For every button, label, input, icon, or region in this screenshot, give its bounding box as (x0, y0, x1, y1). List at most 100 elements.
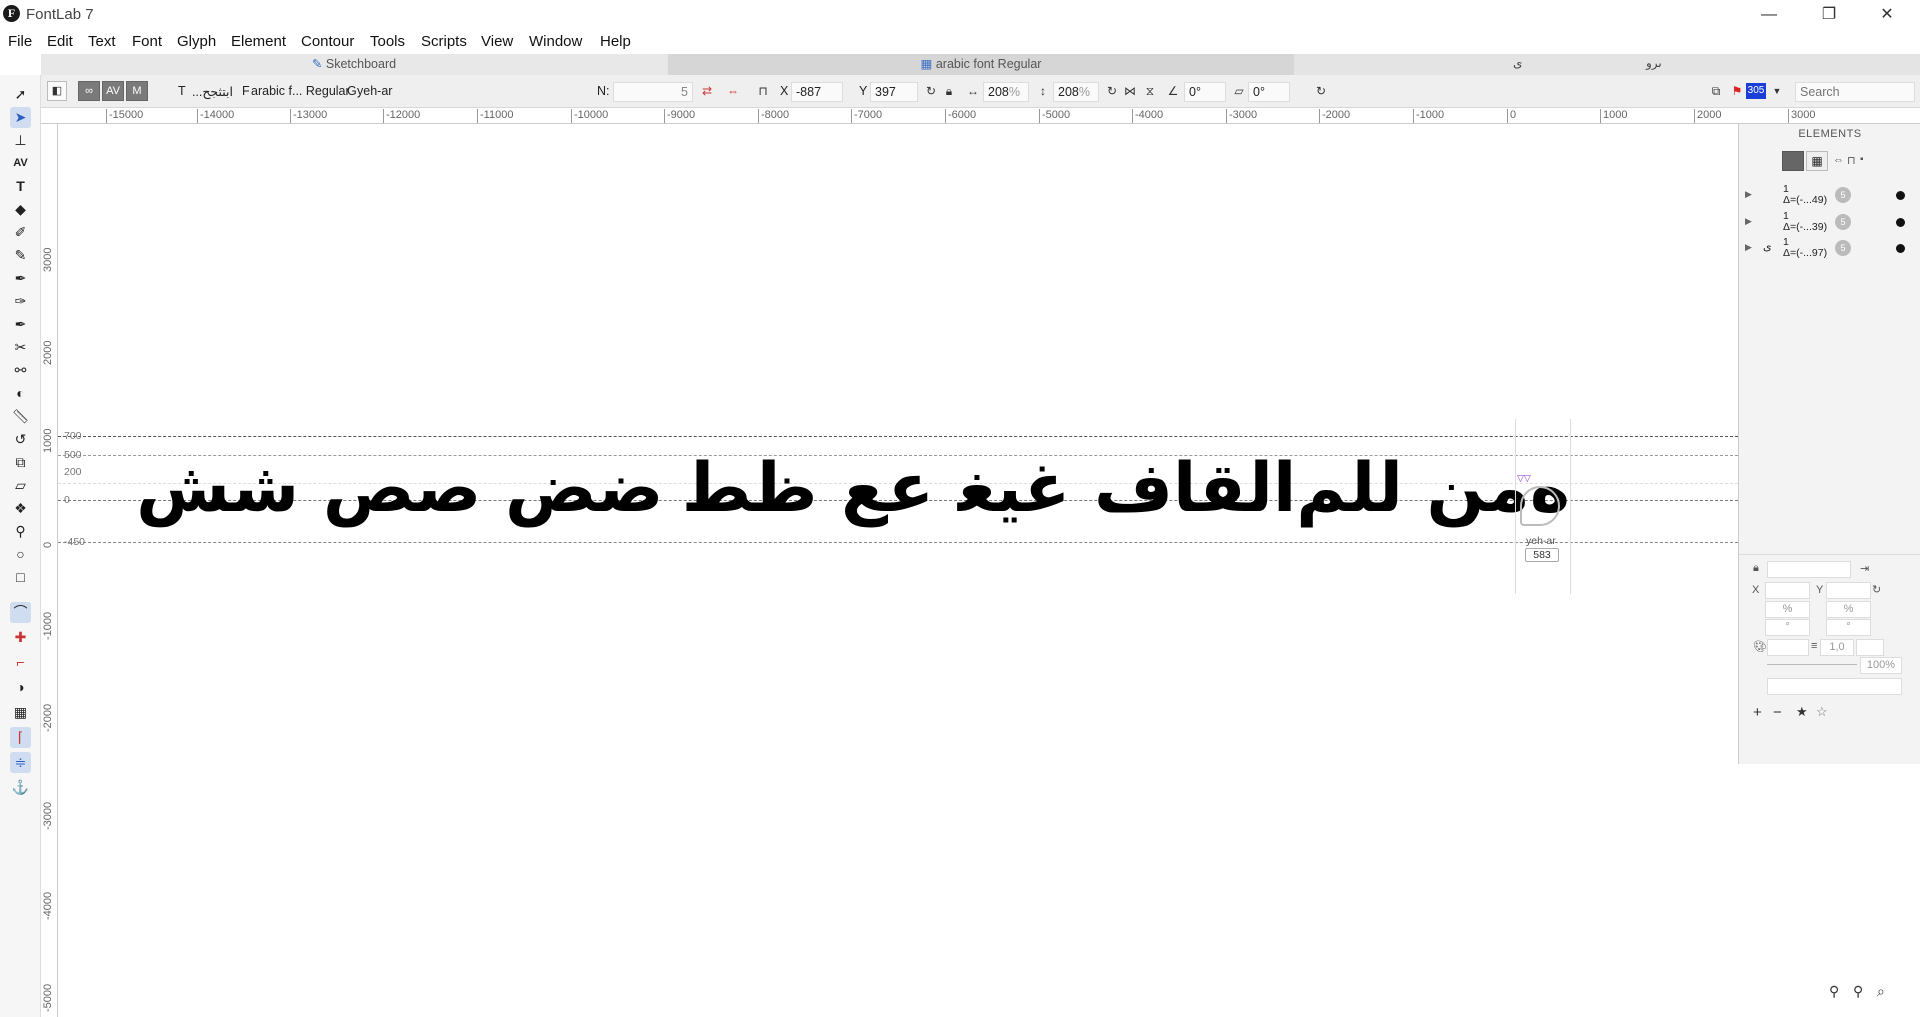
link-icon[interactable]: ⇄ (699, 83, 715, 99)
rapid-tool-icon[interactable]: ✑ (10, 291, 31, 312)
element-width-field[interactable]: % (1765, 601, 1810, 618)
y-coordinate-field[interactable]: 397 (870, 82, 918, 102)
lock-icon[interactable]: 🔒︎ (941, 83, 957, 99)
slant-tool-icon[interactable]: ▱ (10, 475, 31, 496)
slant-angle-field[interactable]: 0° (1248, 82, 1290, 102)
minimize-button[interactable]: — (1740, 0, 1798, 29)
element-rotate-field[interactable]: ° (1765, 619, 1810, 636)
star-empty-icon[interactable]: ☆ (1816, 704, 1828, 720)
text-tool-icon[interactable]: T (10, 176, 31, 197)
search-input[interactable] (1795, 82, 1915, 102)
x-coordinate-field[interactable]: -887 (791, 82, 843, 102)
curve-tool-icon[interactable]: ⌒ (10, 602, 31, 623)
ellipse-tool-icon[interactable]: ○ (10, 544, 31, 565)
kerning-tool-icon[interactable]: AV (10, 153, 31, 174)
visibility-dot-icon[interactable] (1896, 218, 1905, 227)
reset-position-icon[interactable]: ↻ (923, 83, 939, 99)
menu-tools[interactable]: Tools (370, 33, 405, 50)
menu-glyph[interactable]: Glyph (177, 33, 216, 50)
shapes-tool-icon[interactable]: ❖ (10, 498, 31, 519)
align-tool-icon[interactable]: ≑ (10, 752, 31, 773)
paperclip-icon[interactable]: ⊓ (755, 83, 771, 99)
zoom-fit-icon[interactable]: ⌕ (1877, 983, 1885, 1000)
menu-contour[interactable]: Contour (301, 33, 354, 50)
pencil-tool-icon[interactable]: ✎ (10, 245, 31, 266)
eraser-tool-icon[interactable]: ◆ (10, 199, 31, 220)
tab-font[interactable]: ▦ arabic font Regular (668, 54, 1294, 75)
menu-scripts[interactable]: Scripts (421, 33, 467, 50)
font-selector[interactable]: arabic f... Regular (251, 84, 350, 98)
chevron-down-icon[interactable]: ▼ (1769, 83, 1785, 99)
scale-tool-icon[interactable]: ⧉ (10, 452, 31, 473)
glyph-canvas[interactable]: 700 500 200 0 -450 ﻩﻣﻦ ﻟﻠﻢﺍﻟﻘﺎﻑ ﻏﻴﻐ ﻋﻊ ﻇ… (58, 124, 1738, 1017)
element-y-field[interactable] (1826, 582, 1871, 599)
fill-tool-icon[interactable]: ◐ (10, 383, 31, 404)
sidebar-toggle-button[interactable]: ◧ (47, 81, 67, 101)
knife-tool-icon[interactable]: ✂ (10, 337, 31, 358)
grid-view-button[interactable]: ▦ (1806, 151, 1828, 171)
element-name-field[interactable] (1767, 561, 1851, 578)
color-badge[interactable]: 305 (1746, 83, 1766, 99)
flag-icon[interactable]: ⚑ (1729, 83, 1745, 99)
visibility-dot-icon[interactable] (1896, 244, 1905, 253)
eyedropper-tool-icon[interactable]: ⚲ (10, 521, 31, 542)
stroke-width-field[interactable]: 1,0 (1820, 639, 1854, 656)
element-clip-icon[interactable]: ⊓ (1847, 154, 1856, 167)
star-filled-icon[interactable]: ★ (1796, 704, 1808, 720)
restore-button[interactable]: ❐ (1800, 0, 1858, 29)
brush-tool-icon[interactable]: ✐ (10, 222, 31, 243)
element-note-field[interactable] (1767, 678, 1902, 695)
advance-width-field[interactable]: 583 (1525, 548, 1559, 562)
close-button[interactable]: ✕ (1858, 0, 1916, 29)
flip-icon[interactable]: ⇔ (725, 83, 741, 99)
expand-icon[interactable]: ▶ (1745, 189, 1752, 200)
layout-icon[interactable]: ⧉ (1708, 83, 1724, 99)
width-scale-field[interactable]: 208% (983, 82, 1029, 102)
element-row[interactable]: ▶ 1 Δ=(-...49) 5 (1739, 181, 1920, 211)
rectangle-tool-icon[interactable]: □ (10, 567, 31, 588)
kerning-mode-button[interactable]: AV (102, 81, 124, 101)
expand-icon[interactable]: ▶ (1745, 242, 1752, 253)
element-row[interactable]: ▶ ى 1 Δ=(-...97) 5 (1739, 234, 1920, 264)
element-x-field[interactable] (1765, 582, 1810, 599)
visibility-dot-icon[interactable] (1896, 191, 1905, 200)
reset-icon[interactable]: ↻ (1872, 583, 1881, 596)
opacity-field[interactable]: 100% (1860, 657, 1902, 674)
mode-m-button[interactable]: M (126, 81, 148, 101)
element-height-field[interactable]: % (1826, 601, 1871, 618)
element-lock-icon[interactable]: 🔒︎ (1753, 562, 1759, 575)
grid-tool-icon[interactable]: ▦ (10, 702, 31, 723)
scissors-tool-icon[interactable]: ⚯ (10, 360, 31, 381)
flip-vertical-icon[interactable]: ⧖ (1142, 83, 1158, 99)
expand-icon[interactable]: ▶ (1745, 216, 1752, 227)
menu-font[interactable]: Font (132, 33, 162, 50)
menu-file[interactable]: File (8, 33, 32, 50)
menu-window[interactable]: Window (529, 33, 582, 50)
fill-select[interactable] (1767, 639, 1809, 656)
rotate-angle-field[interactable]: 0° (1184, 82, 1226, 102)
menu-element[interactable]: Element (231, 33, 286, 50)
menu-help[interactable]: Help (600, 33, 631, 50)
rotate-tool-icon[interactable]: ↺ (10, 429, 31, 450)
contour-select-tool-icon[interactable]: ➤ (10, 107, 31, 128)
glyph-text-string[interactable]: ﻩﻣﻦ ﻟﻠﻢﺍﻟﻘﺎﻑ ﻏﻴﻐ ﻋﻊ ﻇﻄ ﺿﺾ ﺻﺺ ﺷﺶ ﺳﺲ ﺯﺭ ﺫﺩ… (140, 429, 1570, 549)
nodes-count-field[interactable]: 5 (613, 82, 693, 102)
pen-tool-icon[interactable]: ✒ (10, 268, 31, 289)
text-string-field[interactable]: ابتثجح... (190, 84, 233, 99)
menu-text[interactable]: Text (88, 33, 116, 50)
flip-horizontal-icon[interactable]: ⋈ (1122, 83, 1138, 99)
add-element-icon[interactable]: + (1753, 704, 1762, 721)
list-view-button[interactable] (1782, 151, 1804, 171)
power-nib-tool-icon[interactable]: ✒ (10, 314, 31, 335)
element-slant-field[interactable]: ° (1826, 619, 1871, 636)
menu-edit[interactable]: Edit (47, 33, 73, 50)
tab-sketchboard[interactable]: ✎ Sketchboard (41, 54, 667, 75)
arrow-tool-icon[interactable]: ➚ (10, 84, 31, 105)
node-tool-icon[interactable]: ✚ (10, 627, 31, 648)
element-lock-icon[interactable]: ▪ (1860, 154, 1864, 165)
ruler-tool-icon[interactable]: 📏︎ (10, 406, 31, 427)
zoom-in-icon[interactable]: ⚲ (1853, 983, 1863, 1000)
reset-scale-icon[interactable]: ↻ (1104, 83, 1120, 99)
element-link-icon[interactable]: ⇥ (1860, 562, 1869, 575)
zoom-out-icon[interactable]: ⚲ (1829, 983, 1839, 1000)
